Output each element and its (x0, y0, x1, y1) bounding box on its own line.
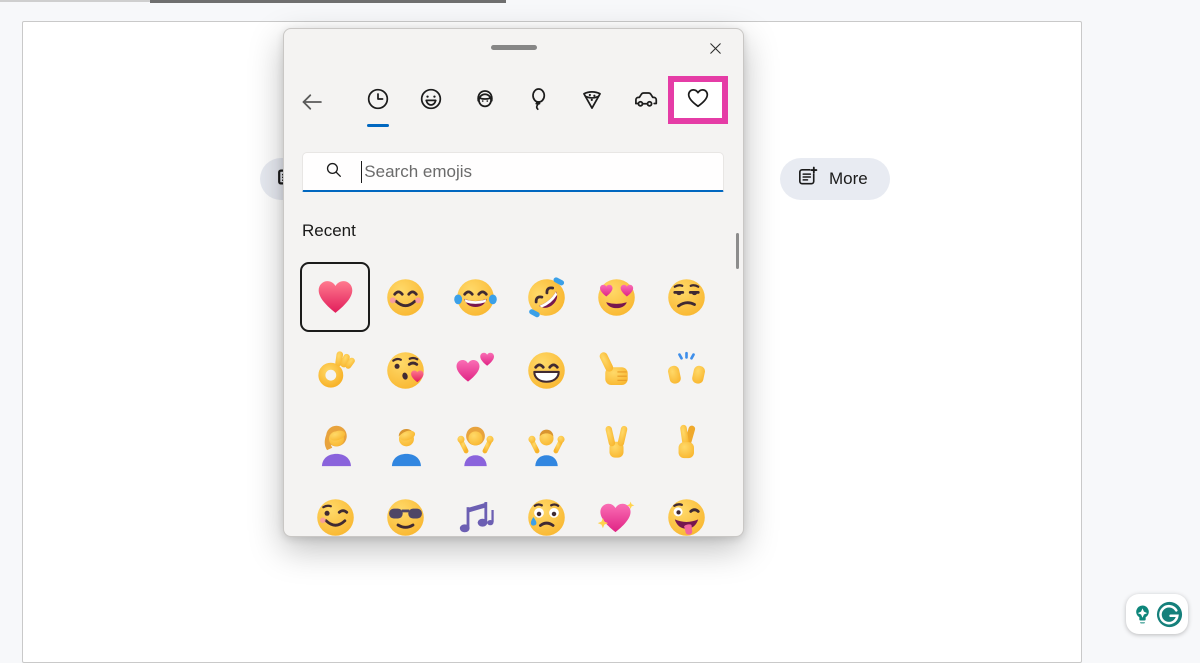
grammarly-widget (1126, 594, 1188, 634)
back-button[interactable] (299, 89, 325, 115)
emoji-thumbs-up[interactable] (581, 336, 651, 406)
more-button-label: More (829, 169, 868, 188)
emoji-face-with-tears-of-joy[interactable] (441, 262, 511, 332)
search-icon (323, 159, 344, 185)
tab-recent[interactable] (360, 83, 396, 128)
emoji-smiling-face-with-heart-eyes[interactable] (581, 262, 651, 332)
search-box (302, 152, 724, 192)
emoji-winking-face[interactable] (300, 483, 370, 536)
emoji-crossed-fingers[interactable] (651, 409, 721, 479)
search-input[interactable] (362, 161, 723, 182)
heart-outline-icon (685, 85, 711, 116)
emoji-grid (300, 262, 722, 536)
emoji-unamused-face[interactable] (651, 262, 721, 332)
emoji-rolling-on-the-floor-laughing[interactable] (511, 262, 581, 332)
tab-symbols[interactable] (668, 76, 729, 124)
close-icon (706, 39, 725, 63)
emoji-man-shrugging[interactable] (511, 409, 581, 479)
window-edge-dark (150, 0, 506, 3)
clock-icon (365, 86, 391, 117)
emoji-musical-notes[interactable] (441, 483, 511, 536)
tab-smileys[interactable] (413, 83, 449, 119)
balloon-icon (525, 86, 551, 117)
tab-vehicles[interactable] (627, 83, 663, 119)
active-tab-underline (367, 124, 389, 128)
back-arrow-icon (299, 94, 325, 119)
emoji-winking-face-with-tongue[interactable] (651, 483, 721, 536)
tab-food[interactable] (574, 83, 610, 119)
grammarly-logo-icon[interactable] (1155, 600, 1184, 629)
close-button[interactable] (703, 39, 727, 63)
emoji-man-facepalming[interactable] (370, 409, 440, 479)
emoji-woman-shrugging[interactable] (441, 409, 511, 479)
window-edge-light (0, 0, 150, 2)
more-button[interactable]: More (780, 158, 890, 200)
emoji-woman-facepalming[interactable] (300, 409, 370, 479)
tab-celebrations[interactable] (520, 83, 556, 119)
note-add-icon (796, 165, 819, 193)
car-icon (632, 86, 658, 117)
emoji-victory-hand[interactable] (581, 409, 651, 479)
section-title: Recent (302, 221, 356, 240)
emoji-smiling-face-with-sunglasses[interactable] (370, 483, 440, 536)
person-icon (472, 86, 498, 117)
grammarly-suggestions-icon[interactable] (1131, 603, 1154, 626)
tab-people[interactable] (467, 83, 503, 119)
drag-handle[interactable] (491, 45, 537, 50)
emoji-two-hearts[interactable] (441, 336, 511, 406)
smiley-icon (418, 86, 444, 117)
emoji-raising-hands[interactable] (651, 336, 721, 406)
emoji-smiling-face-with-smiling-eyes[interactable] (370, 262, 440, 332)
emoji-red-heart[interactable] (300, 262, 371, 332)
emoji-sparkling-heart[interactable] (581, 483, 651, 536)
scrollbar-thumb[interactable] (736, 233, 740, 269)
pizza-icon (579, 86, 605, 117)
emoji-crying-face[interactable] (511, 483, 581, 536)
emoji-beaming-face-with-smiling-eyes[interactable] (511, 336, 581, 406)
emoji-ok-hand[interactable] (300, 336, 370, 406)
emoji-face-blowing-a-kiss[interactable] (370, 336, 440, 406)
emoji-picker-panel: Recent (283, 28, 744, 537)
